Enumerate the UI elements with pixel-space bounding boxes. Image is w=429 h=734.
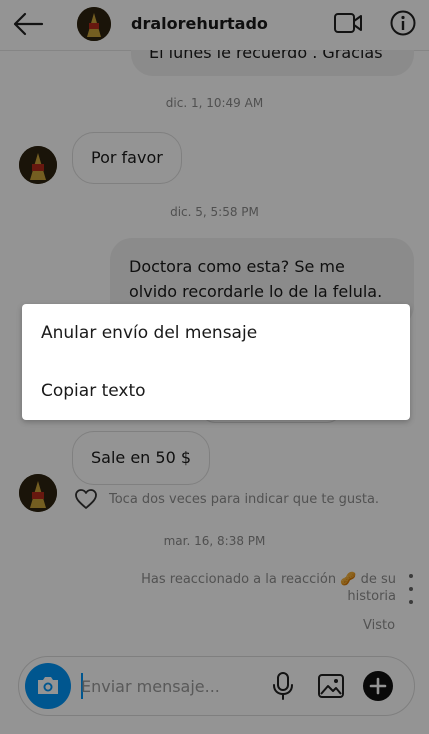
message-context-menu: Anular envío del mensaje Copiar texto: [22, 304, 410, 420]
copy-text-option[interactable]: Copiar texto: [22, 362, 410, 420]
unsend-message-option[interactable]: Anular envío del mensaje: [22, 304, 410, 362]
